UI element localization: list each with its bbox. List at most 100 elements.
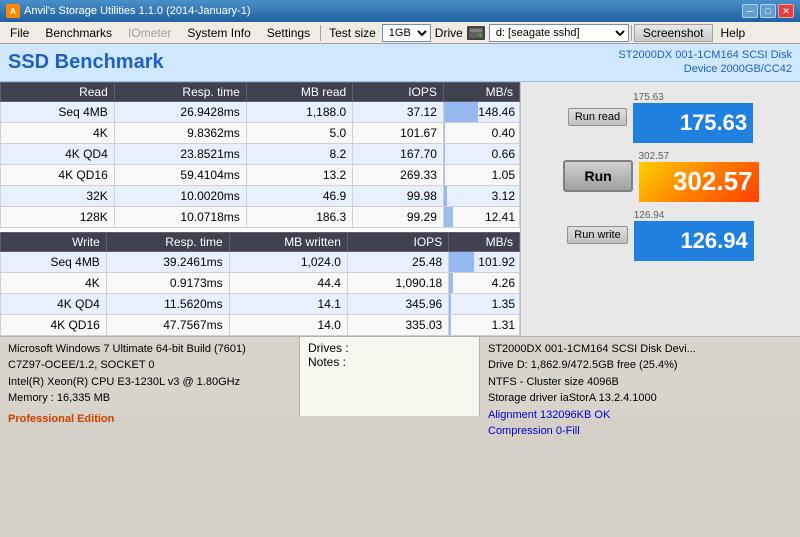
- professional-edition: Professional Edition: [8, 411, 291, 428]
- write-mb: 44.4: [229, 272, 347, 293]
- menu-iometer[interactable]: IOmeter: [120, 24, 179, 42]
- status-drive-line: Drive D: 1,862.9/472.5GB free (25.4%): [488, 357, 792, 374]
- title-bar-text: Anvil's Storage Utilities 1.1.0 (2014-Ja…: [24, 5, 250, 17]
- read-mb: 13.2: [246, 164, 352, 185]
- table-row: Seq 4MB 39.2461ms 1,024.0 25.48 101.92: [1, 251, 520, 272]
- write-score-box: 126.94: [634, 221, 754, 261]
- drive-select[interactable]: d: [seagate sshd]: [489, 24, 629, 42]
- maximize-button[interactable]: □: [760, 4, 776, 18]
- read-mb: 8.2: [246, 143, 352, 164]
- write-score-row: Run write 126.94 126.94: [531, 210, 790, 261]
- read-mbs: 1.05: [443, 164, 519, 185]
- title-bar-buttons: ─ □ ✕: [742, 4, 794, 18]
- write-iops: 345.96: [347, 293, 448, 314]
- read-table: Read Resp. time MB read IOPS MB/s Seq 4M…: [0, 82, 520, 228]
- status-drives: Drives :: [308, 341, 471, 355]
- run-write-button[interactable]: Run write: [567, 226, 627, 244]
- write-mb: 1,024.0: [229, 251, 347, 272]
- write-resp-time: 11.5620ms: [106, 293, 229, 314]
- drive-group: Drive d: [seagate sshd]: [435, 24, 629, 42]
- read-mbs: 12.41: [443, 206, 519, 227]
- status-bar: Microsoft Windows 7 Ultimate 64-bit Buil…: [0, 336, 800, 416]
- read-iops: 269.33: [353, 164, 444, 185]
- read-resp-time: 59.4104ms: [114, 164, 246, 185]
- write-row-label: 4K: [1, 272, 107, 293]
- write-resp-time: 39.2461ms: [106, 251, 229, 272]
- total-score-box: 302.57: [639, 162, 759, 202]
- read-row-label: 128K: [1, 206, 115, 227]
- read-header-iops: IOPS: [353, 82, 444, 101]
- disk-info-line2: Device 2000GB/CC42: [618, 62, 792, 76]
- write-row-label: 4K QD4: [1, 293, 107, 314]
- read-header-mb: MB read: [246, 82, 352, 101]
- status-notes: Notes :: [308, 355, 471, 369]
- run-button[interactable]: Run: [563, 160, 633, 192]
- menu-separator-2: [631, 25, 632, 41]
- read-mb: 46.9: [246, 185, 352, 206]
- status-left: Microsoft Windows 7 Ultimate 64-bit Buil…: [0, 337, 300, 416]
- write-row-label: Seq 4MB: [1, 251, 107, 272]
- title-bar-left: A Anvil's Storage Utilities 1.1.0 (2014-…: [6, 4, 250, 18]
- write-score-label: 126.94: [634, 210, 665, 221]
- drive-icon: [467, 26, 485, 40]
- menu-settings[interactable]: Settings: [259, 24, 318, 42]
- status-compression: Compression 0-Fill: [488, 423, 792, 440]
- ssd-header: SSD Benchmark ST2000DX 001-1CM164 SCSI D…: [0, 44, 800, 82]
- write-mbs: 101.92: [449, 251, 520, 272]
- menu-bar: File Benchmarks IOmeter System Info Sett…: [0, 22, 800, 44]
- read-mb: 186.3: [246, 206, 352, 227]
- disk-info-line1: ST2000DX 001-1CM164 SCSI Disk: [618, 48, 792, 62]
- close-button[interactable]: ✕: [778, 4, 794, 18]
- read-score-row: Run read 175.63 175.63: [531, 92, 790, 143]
- run-total-row: Run 302.57 302.57: [531, 151, 790, 202]
- status-right: ST2000DX 001-1CM164 SCSI Disk Devi... Dr…: [480, 337, 800, 416]
- run-read-button[interactable]: Run read: [568, 108, 627, 126]
- disk-info: ST2000DX 001-1CM164 SCSI Disk Device 200…: [618, 48, 792, 77]
- menu-file[interactable]: File: [2, 24, 37, 42]
- status-alignment: Alignment 132096KB OK: [488, 407, 792, 424]
- right-panel: Run read 175.63 175.63 Run 302.57 302.57: [520, 82, 800, 336]
- read-header-resp: Resp. time: [114, 82, 246, 101]
- status-disk-model: ST2000DX 001-1CM164 SCSI Disk Devi...: [488, 341, 792, 358]
- menu-benchmarks[interactable]: Benchmarks: [37, 24, 120, 42]
- table-row: 4K QD16 47.7567ms 14.0 335.03 1.31: [1, 314, 520, 335]
- screenshot-button[interactable]: Screenshot: [634, 24, 713, 42]
- read-resp-time: 23.8521ms: [114, 143, 246, 164]
- read-mbs: 148.46: [443, 101, 519, 122]
- menu-separator-1: [320, 25, 321, 41]
- minimize-button[interactable]: ─: [742, 4, 758, 18]
- read-header-label: Read: [1, 82, 115, 101]
- read-header-mbs: MB/s: [443, 82, 519, 101]
- app-icon: A: [6, 4, 20, 18]
- status-cpu1: C7Z97-OCEE/1.2, SOCKET 0: [8, 357, 291, 374]
- read-mbs: 0.66: [443, 143, 519, 164]
- status-middle: Drives : Notes :: [300, 337, 480, 416]
- write-resp-time: 47.7567ms: [106, 314, 229, 335]
- menu-help[interactable]: Help: [713, 24, 754, 42]
- write-mbs: 1.35: [449, 293, 520, 314]
- write-iops: 335.03: [347, 314, 448, 335]
- read-row-label: Seq 4MB: [1, 101, 115, 122]
- drive-label: Drive: [435, 26, 463, 40]
- write-mbs: 1.31: [449, 314, 520, 335]
- read-row-label: 4K: [1, 122, 115, 143]
- write-row-label: 4K QD16: [1, 314, 107, 335]
- total-score-label: 302.57: [639, 151, 670, 162]
- read-resp-time: 9.8362ms: [114, 122, 246, 143]
- test-size-select[interactable]: 1GB: [382, 24, 431, 42]
- benchmark-area: Read Resp. time MB read IOPS MB/s Seq 4M…: [0, 82, 800, 336]
- write-score-value: 126.94: [680, 228, 747, 254]
- table-section: Read Resp. time MB read IOPS MB/s Seq 4M…: [0, 82, 520, 336]
- read-resp-time: 26.9428ms: [114, 101, 246, 122]
- status-cpu2: Intel(R) Xeon(R) CPU E3-1230L v3 @ 1.80G…: [8, 374, 291, 391]
- read-mb: 5.0: [246, 122, 352, 143]
- table-row: 4K QD4 23.8521ms 8.2 167.70 0.66: [1, 143, 520, 164]
- read-resp-time: 10.0718ms: [114, 206, 246, 227]
- status-memory: Memory : 16,335 MB: [8, 390, 291, 407]
- title-bar: A Anvil's Storage Utilities 1.1.0 (2014-…: [0, 0, 800, 22]
- write-mb: 14.0: [229, 314, 347, 335]
- menu-sysinfo[interactable]: System Info: [179, 24, 258, 42]
- read-iops: 99.98: [353, 185, 444, 206]
- read-iops: 101.67: [353, 122, 444, 143]
- read-mbs: 3.12: [443, 185, 519, 206]
